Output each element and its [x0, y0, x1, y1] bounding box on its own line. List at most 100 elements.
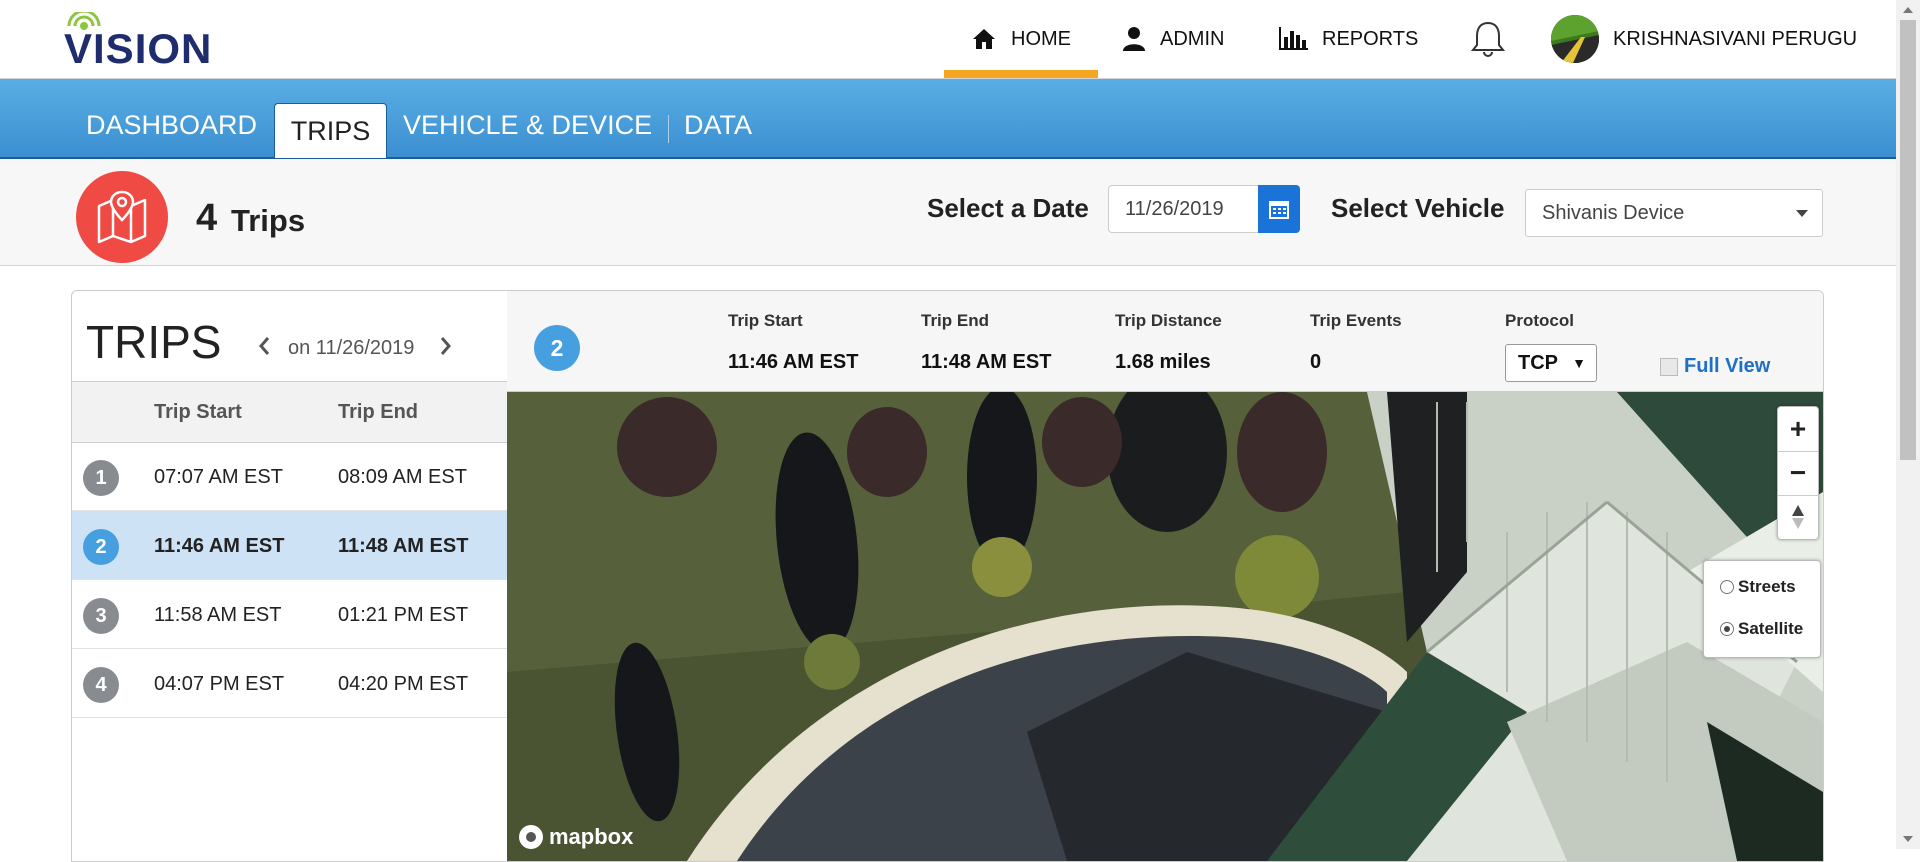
user-icon	[1123, 27, 1145, 51]
full-view-label: Full View	[1684, 355, 1771, 377]
trip-distance-value: 1.68 miles	[1115, 351, 1211, 373]
page-scrollbar[interactable]	[1896, 0, 1920, 849]
chevron-down-icon	[1796, 210, 1808, 217]
trip-distance-info: Trip Distance 1.68 miles	[1115, 311, 1222, 374]
scroll-thumb[interactable]	[1900, 20, 1916, 460]
zoom-controls: + −	[1777, 406, 1819, 540]
zoom-in-button[interactable]: +	[1778, 407, 1818, 452]
date-input[interactable]	[1108, 185, 1258, 233]
bell-icon	[1470, 21, 1506, 57]
trip-row-2[interactable]: 2 11:46 AM EST 11:48 AM EST	[72, 511, 507, 580]
trip-number-badge: 1	[83, 460, 119, 496]
trip-start-info: Trip Start 11:46 AM EST	[728, 311, 858, 374]
trip-distance-label: Trip Distance	[1115, 311, 1222, 330]
tab-data[interactable]: DATA	[684, 103, 752, 147]
column-trip-end: Trip End	[338, 401, 418, 423]
streets-radio[interactable]	[1720, 580, 1734, 594]
calendar-icon	[1269, 201, 1289, 219]
layer-streets-label: Streets	[1738, 577, 1796, 596]
protocol-select[interactable]: TCP ▼	[1505, 344, 1597, 382]
calendar-button[interactable]	[1258, 185, 1300, 233]
nav-reports[interactable]: REPORTS	[1278, 0, 1418, 78]
trip-start-time: 11:46 AM EST	[154, 535, 285, 557]
tab-dashboard[interactable]: DASHBOARD	[86, 103, 257, 147]
map-layer-switcher: Streets Satellite	[1703, 560, 1821, 658]
layer-satellite[interactable]: Satellite	[1720, 619, 1803, 639]
trips-list-panel: TRIPS on 11/26/2019 Trip Start Trip End …	[71, 290, 508, 862]
trip-end-time: 08:09 AM EST	[338, 466, 467, 488]
nav-admin[interactable]: ADMIN	[1122, 0, 1224, 78]
trip-end-time: 01:21 PM EST	[338, 604, 469, 626]
trip-detail-panel: 2 Trip Start 11:46 AM EST Trip End 11:48…	[507, 290, 1824, 862]
satellite-radio[interactable]	[1720, 622, 1734, 636]
zoom-out-button[interactable]: −	[1778, 451, 1818, 496]
trip-number-badge: 4	[83, 667, 119, 703]
trip-map[interactable]: + − Streets Satellite mapbox	[507, 392, 1823, 861]
home-icon	[973, 29, 995, 49]
nav-admin-label: ADMIN	[1160, 27, 1225, 50]
protocol-info: Protocol	[1505, 311, 1574, 331]
trip-number-badge: 2	[83, 529, 119, 565]
trip-start-value: 11:46 AM EST	[728, 351, 859, 373]
layer-satellite-label: Satellite	[1738, 619, 1804, 638]
mapbox-logo[interactable]: mapbox	[519, 824, 633, 850]
vehicle-select-value: Shivanis Device	[1542, 201, 1685, 224]
trip-events-label: Trip Events	[1310, 311, 1402, 330]
nav-reports-label: REPORTS	[1322, 27, 1419, 50]
select-vehicle-label: Select Vehicle	[1331, 193, 1505, 223]
user-menu[interactable]: KRISHNASIVANI PERUGU	[1551, 0, 1857, 78]
user-name: KRISHNASIVANI PERUGU	[1613, 27, 1858, 50]
trip-end-value: 11:48 AM EST	[921, 351, 1052, 373]
trip-row-1[interactable]: 1 07:07 AM EST 08:09 AM EST	[72, 442, 507, 511]
logo-text: VISION	[64, 25, 213, 72]
trip-end-time: 04:20 PM EST	[338, 673, 469, 695]
trip-summary-bar: 4 Trips Select a Date Select Vehicle Shi…	[0, 159, 1896, 266]
tab-trips[interactable]: TRIPS	[274, 103, 387, 158]
protocol-value: TCP	[1518, 351, 1558, 374]
trip-detail-header: 2 Trip Start 11:46 AM EST Trip End 11:48…	[507, 291, 1823, 392]
trip-number-badge: 3	[83, 598, 119, 634]
nav-home[interactable]: HOME	[944, 0, 1098, 78]
trip-row-3[interactable]: 3 11:58 AM EST 01:21 PM EST	[72, 580, 507, 649]
trip-start-label: Trip Start	[728, 311, 803, 330]
map-pin-icon	[97, 190, 147, 244]
trip-events-info: Trip Events 0	[1310, 311, 1402, 374]
select-date-label: Select a Date	[927, 193, 1089, 223]
bar-chart-icon	[1279, 27, 1308, 50]
trip-start-time: 11:58 AM EST	[154, 604, 282, 626]
mapbox-label: mapbox	[549, 824, 634, 849]
trips-map-badge	[76, 171, 168, 263]
chevron-left-icon[interactable]	[256, 335, 272, 357]
trip-count: 4	[196, 197, 218, 239]
trip-start-time: 07:07 AM EST	[154, 466, 283, 488]
scroll-down-arrow[interactable]	[1896, 829, 1920, 849]
trips-table-header: Trip Start Trip End	[72, 381, 507, 443]
satellite-imagery	[507, 392, 1823, 861]
vehicle-select[interactable]: Shivanis Device	[1525, 189, 1823, 237]
mapbox-icon	[519, 825, 543, 849]
protocol-label: Protocol	[1505, 311, 1574, 330]
avatar	[1551, 15, 1599, 63]
trips-date-label: on 11/26/2019	[288, 337, 415, 359]
compass-button[interactable]	[1778, 495, 1818, 539]
chevron-down-icon: ▼	[1572, 355, 1586, 371]
vision-logo[interactable]: VISION	[64, 12, 244, 72]
tab-vehicle-device[interactable]: VEHICLE & DEVICE	[403, 103, 652, 147]
trip-end-time: 11:48 AM EST	[338, 535, 469, 557]
scroll-up-arrow[interactable]	[1896, 0, 1920, 20]
trip-row-4[interactable]: 4 04:07 PM EST 04:20 PM EST	[72, 649, 507, 718]
trip-events-value: 0	[1310, 351, 1322, 373]
compass-icon	[1792, 505, 1804, 529]
chevron-right-icon[interactable]	[438, 335, 454, 357]
top-header: VISION HOME ADMIN REPORTS KRISHNASIVANI …	[0, 0, 1896, 79]
expand-icon	[1660, 357, 1678, 376]
trip-end-label: Trip End	[921, 311, 989, 330]
full-view-toggle[interactable]: Full View	[1660, 355, 1770, 378]
section-tabs: DASHBOARD TRIPS VEHICLE & DEVICE DATA	[0, 79, 1896, 159]
notifications-button[interactable]	[1468, 0, 1508, 78]
trip-start-time: 04:07 PM EST	[154, 673, 285, 695]
trips-title: TRIPS	[86, 316, 222, 368]
trip-count-label: Trips	[231, 203, 306, 238]
trip-end-info: Trip End 11:48 AM EST	[921, 311, 1051, 374]
layer-streets[interactable]: Streets	[1720, 577, 1796, 597]
